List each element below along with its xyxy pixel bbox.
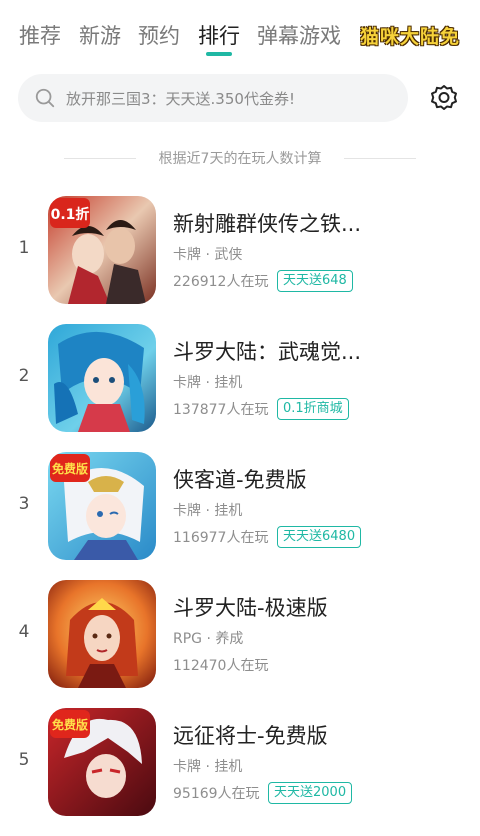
icon-discount-badge: 0.1折 xyxy=(51,206,90,223)
game-name: 斗罗大陆：武魂觉... xyxy=(173,340,362,364)
gear-icon[interactable] xyxy=(428,82,460,114)
game-tags: 卡牌 · 挂机 xyxy=(173,503,243,519)
game-name: 斗罗大陆-极速版 xyxy=(173,596,328,620)
promo-badge: 天天送2000 xyxy=(268,782,353,804)
player-count: 137877人在玩 xyxy=(173,402,269,418)
game-name: 侠客道-免费版 xyxy=(173,468,307,492)
tab-recommend[interactable]: 推荐 xyxy=(19,20,61,50)
promo-badge: 0.1折商城 xyxy=(277,398,349,420)
game-row[interactable]: 4 斗罗大陆-极速版 RPG · 养成 112470人在玩 xyxy=(0,580,480,708)
search-icon xyxy=(35,88,55,108)
game-tags: 卡牌 · 武侠 xyxy=(173,247,243,263)
game-row[interactable]: 5 免费版 远征将士-免费版 卡牌 · 挂机 95169人在玩 天天送2000 xyxy=(0,708,480,836)
promo-logo[interactable]: 猫咪大陆免 xyxy=(360,18,480,58)
top-tab-bar: 推荐 新游 预约 排行 弹幕游戏 猫咪大陆免 xyxy=(0,0,480,64)
game-row[interactable]: 3 免费版 侠客道-免费版 卡牌 · 挂机 116977人在玩 天天送6480 xyxy=(0,452,480,580)
player-count: 95169人在玩 xyxy=(173,786,260,802)
game-name: 新射雕群侠传之铁... xyxy=(173,212,362,236)
game-tags: 卡牌 · 挂机 xyxy=(173,375,243,391)
tab-reservations[interactable]: 预约 xyxy=(138,20,180,50)
rank-number: 5 xyxy=(18,750,30,770)
ranking-note: 根据近7天的在玩人数计算 xyxy=(0,148,480,168)
game-icon[interactable] xyxy=(48,324,156,432)
rank-number: 1 xyxy=(18,238,30,258)
icon-free-badge: 免费版 xyxy=(52,717,88,732)
game-row[interactable]: 1 0.1折 新射雕群侠传之铁... 卡牌 · 武侠 226912人在玩 天天送… xyxy=(0,196,480,324)
game-icon[interactable] xyxy=(48,580,156,688)
active-tab-indicator xyxy=(206,52,232,56)
game-row[interactable]: 2 斗罗大陆：武魂觉... 卡牌 · 挂机 137877人在玩 0.1折商城 xyxy=(0,324,480,452)
icon-free-badge: 免费版 xyxy=(52,461,88,476)
rank-number: 4 xyxy=(18,622,30,642)
player-count: 112470人在玩 xyxy=(173,658,269,674)
game-tags: RPG · 养成 xyxy=(173,631,244,647)
player-count: 226912人在玩 xyxy=(173,274,269,290)
game-name: 远征将士-免费版 xyxy=(173,724,328,748)
promo-badge: 天天送6480 xyxy=(277,526,362,548)
tab-ranking[interactable]: 排行 xyxy=(198,20,240,50)
rank-number: 2 xyxy=(18,366,30,386)
rank-number: 3 xyxy=(18,494,30,514)
search-bar[interactable]: 放开那三国3：天天送.350代金券! xyxy=(18,74,408,122)
search-placeholder: 放开那三国3：天天送.350代金券! xyxy=(66,89,295,108)
game-icon[interactable]: 0.1折 xyxy=(48,196,156,304)
promo-badge: 天天送648 xyxy=(277,270,353,292)
tab-danmaku-games[interactable]: 弹幕游戏 xyxy=(257,20,341,50)
game-tags: 卡牌 · 挂机 xyxy=(173,759,243,775)
tab-new-games[interactable]: 新游 xyxy=(79,20,121,50)
player-count: 116977人在玩 xyxy=(173,530,269,546)
divider-right xyxy=(344,158,416,159)
game-icon[interactable]: 免费版 xyxy=(48,452,156,560)
